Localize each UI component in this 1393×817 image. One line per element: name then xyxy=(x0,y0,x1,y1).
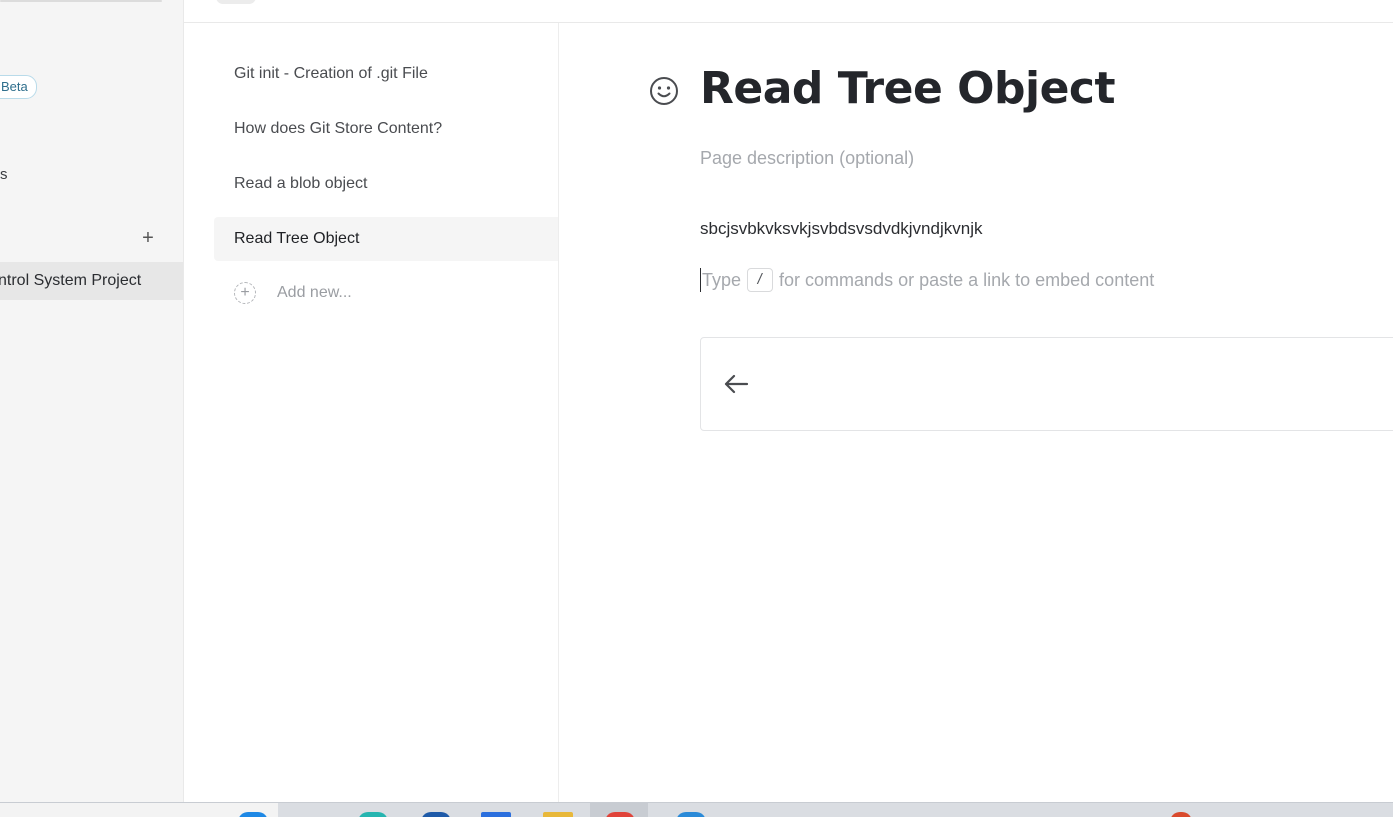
pages-panel: Git init - Creation of .git File How doe… xyxy=(184,23,559,802)
store-icon[interactable] xyxy=(481,812,511,817)
folder-icon[interactable] xyxy=(543,812,573,817)
page-item-read-tree[interactable]: Read Tree Object xyxy=(214,217,558,261)
add-new-page-button[interactable]: + Add new... xyxy=(234,281,352,305)
app-icon[interactable] xyxy=(676,812,706,817)
sidebar-item-project-label: ntrol System Project xyxy=(0,272,142,289)
browser-icon[interactable] xyxy=(238,812,268,817)
slash-key-hint: / xyxy=(747,268,774,292)
toggle-switch[interactable] xyxy=(216,0,256,4)
command-suffix: for commands or paste a link to embed co… xyxy=(779,269,1155,290)
command-input-line[interactable]: Type / for commands or paste a link to e… xyxy=(700,268,1154,292)
page-description-field[interactable]: Page description (optional) xyxy=(700,148,914,169)
app-icon[interactable] xyxy=(421,812,451,817)
text-caret xyxy=(700,268,701,292)
sidebar-item-project[interactable]: ntrol System Project xyxy=(0,262,183,300)
sidebar-top-divider xyxy=(0,0,162,2)
page-item-read-blob[interactable]: Read a blob object xyxy=(214,162,558,206)
body-paragraph[interactable]: sbcjsvbkvksvkjsvbdsvsdvdkjvndjkvnjk xyxy=(700,219,982,239)
notification-icon[interactable] xyxy=(1170,812,1192,817)
command-prefix: Type xyxy=(702,269,742,290)
page-title[interactable]: Read Tree Object xyxy=(700,59,1116,119)
previous-page-card[interactable] xyxy=(700,337,1393,431)
page-item-git-init[interactable]: Git init - Creation of .git File xyxy=(214,52,558,96)
app-icon[interactable] xyxy=(358,812,388,817)
add-space-button[interactable]: + xyxy=(137,227,159,249)
add-new-label: Add new... xyxy=(277,284,352,301)
smiley-face-icon[interactable] xyxy=(649,76,679,106)
arrow-left-icon xyxy=(723,372,749,396)
page-item-git-store-content[interactable]: How does Git Store Content? xyxy=(214,107,558,151)
beta-badge: Beta xyxy=(0,75,37,99)
editor: Read Tree Object Page description (optio… xyxy=(559,23,1393,802)
plus-circle-icon: + xyxy=(234,282,256,304)
app-icon[interactable] xyxy=(605,812,635,817)
sidebar: Beta s + ntrol System Project xyxy=(0,0,184,802)
plus-icon: + xyxy=(142,227,154,249)
top-bar xyxy=(184,0,1393,23)
app-window: Beta s + ntrol System Project Git init -… xyxy=(0,0,1393,817)
sidebar-item-label[interactable]: s xyxy=(0,166,8,183)
taskbar-search-area[interactable] xyxy=(0,803,278,817)
taskbar xyxy=(0,802,1393,817)
